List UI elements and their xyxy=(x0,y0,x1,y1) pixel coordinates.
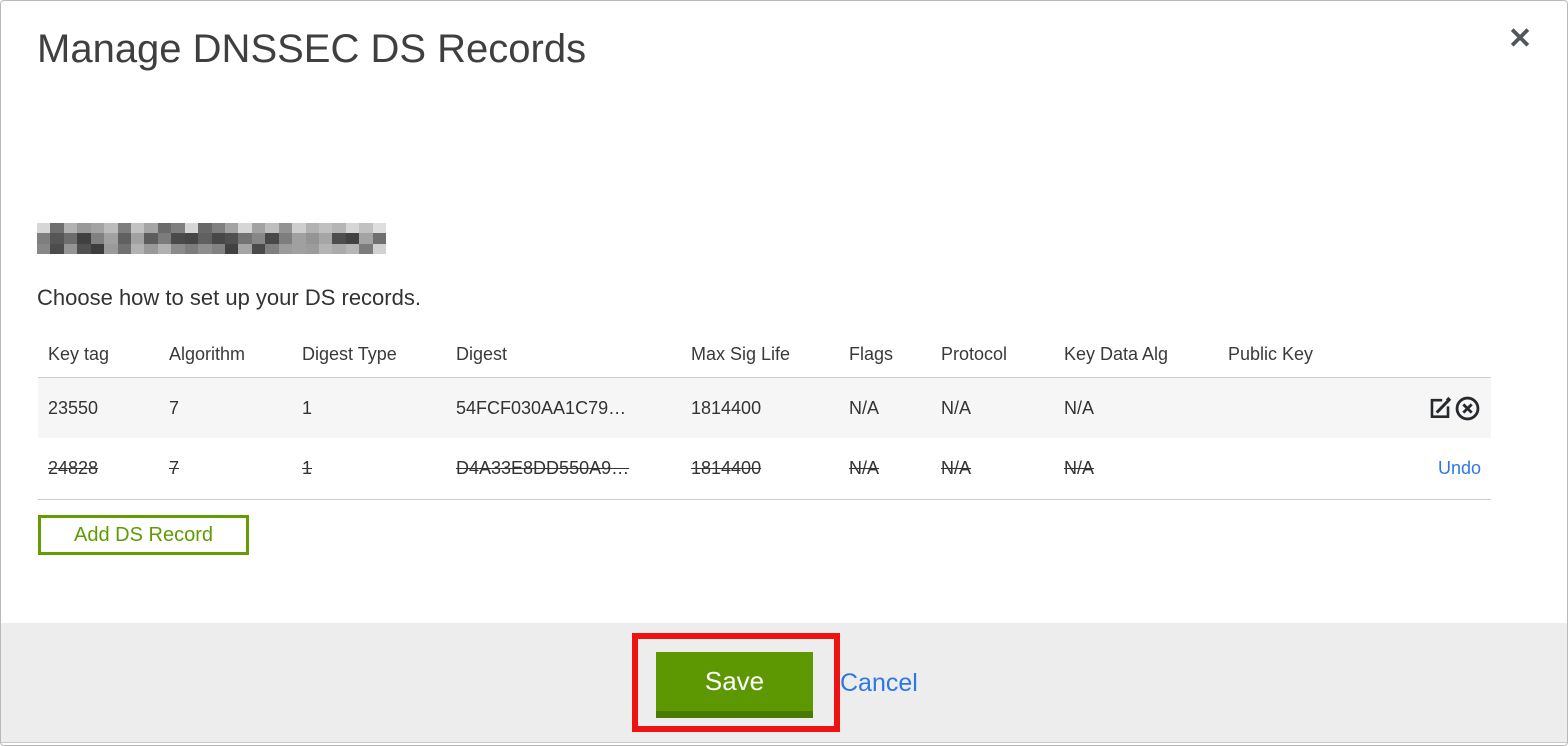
cell-flags: N/A xyxy=(849,458,880,478)
table-row: 23550 7 1 54FCF030AA1C79… 1814400 N/A N/… xyxy=(38,378,1491,438)
cell-key-tag: 23550 xyxy=(48,397,99,418)
column-header-key-data-alg: Key Data Alg xyxy=(1064,343,1169,364)
ds-records-table: Key tag Algorithm Digest Type Digest Max… xyxy=(38,331,1491,500)
row-actions: Undo xyxy=(1418,458,1491,479)
cell-key-data-alg: N/A xyxy=(1064,397,1095,418)
save-button[interactable]: Save xyxy=(656,652,813,718)
table-row-deleted: 24828 7 1 D4A33E8DD550A9… 1814400 N/A N/… xyxy=(38,438,1491,500)
cell-key-data-alg: N/A xyxy=(1064,458,1095,478)
undo-link[interactable]: Undo xyxy=(1438,458,1481,479)
column-header-digest-type: Digest Type xyxy=(302,343,397,364)
cell-protocol: N/A xyxy=(941,458,972,478)
add-ds-record-button[interactable]: Add DS Record xyxy=(38,515,249,555)
column-header-protocol: Protocol xyxy=(941,343,1008,364)
instruction-text: Choose how to set up your DS records. xyxy=(37,285,421,310)
page-title: Manage DNSSEC DS Records xyxy=(37,27,587,71)
column-header-digest: Digest xyxy=(456,343,508,364)
cell-protocol: N/A xyxy=(941,397,972,418)
domain-name-redacted xyxy=(37,223,386,254)
cell-digest: D4A33E8DD550A9… xyxy=(456,458,630,478)
row-actions xyxy=(1418,395,1491,422)
column-header-flags: Flags xyxy=(849,343,894,364)
cell-algorithm: 7 xyxy=(169,458,180,478)
cell-flags: N/A xyxy=(849,397,880,418)
cell-max-sig-life: 1814400 xyxy=(691,458,762,478)
cell-max-sig-life: 1814400 xyxy=(691,397,762,418)
edit-icon[interactable] xyxy=(1427,395,1453,422)
column-header-key-tag: Key tag xyxy=(48,343,110,364)
column-header-max-sig-life: Max Sig Life xyxy=(691,343,791,364)
table-header-row: Key tag Algorithm Digest Type Digest Max… xyxy=(38,331,1491,378)
column-header-public-key: Public Key xyxy=(1228,343,1314,364)
column-header-algorithm: Algorithm xyxy=(169,343,246,364)
close-icon[interactable]: ✕ xyxy=(1503,19,1537,57)
cell-key-tag: 24828 xyxy=(48,458,99,478)
remove-circle-icon[interactable] xyxy=(1454,395,1481,422)
cell-digest-type: 1 xyxy=(302,458,313,478)
cell-algorithm: 7 xyxy=(169,397,180,418)
cell-digest: 54FCF030AA1C79… xyxy=(456,397,627,418)
cell-digest-type: 1 xyxy=(302,397,313,418)
cancel-link[interactable]: Cancel xyxy=(840,669,918,698)
dnssec-modal: Manage DNSSEC DS Records ✕ Choose how to… xyxy=(0,0,1568,746)
